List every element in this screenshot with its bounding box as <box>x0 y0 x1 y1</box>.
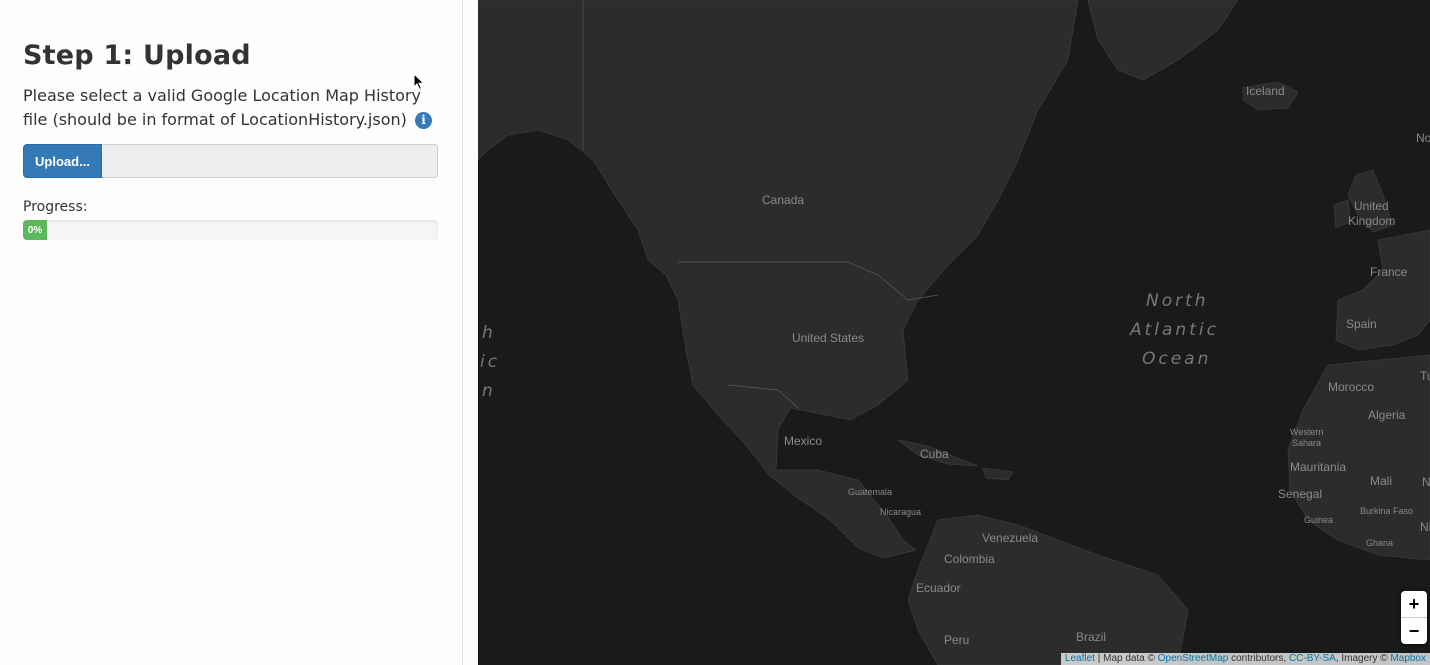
mapbox-link[interactable]: Mapbox <box>1390 653 1426 664</box>
attr-sep: | Map data © <box>1094 653 1158 664</box>
label-sahara: Sahara <box>1292 438 1321 448</box>
upload-filename-field <box>102 144 438 178</box>
label-mexico: Mexico <box>784 434 822 448</box>
label-venezuela: Venezuela <box>982 531 1038 545</box>
zoom-control: + − <box>1401 591 1427 644</box>
zoom-in-button[interactable]: + <box>1401 591 1427 618</box>
panel-gutter <box>464 0 478 665</box>
label-spain: Spain <box>1346 317 1377 331</box>
map-container[interactable]: Iceland Canada United Kingdom France Spa… <box>478 0 1430 665</box>
label-ecuador: Ecuador <box>916 581 961 595</box>
map-canvas[interactable]: Iceland Canada United Kingdom France Spa… <box>478 0 1430 665</box>
label-mali: Mali <box>1370 474 1392 488</box>
label-western: Western <box>1290 427 1323 437</box>
osm-link[interactable]: OpenStreetMap <box>1158 653 1229 664</box>
label-iceland: Iceland <box>1246 84 1285 98</box>
europe-landmass <box>1335 229 1430 351</box>
progress-label: Progress: <box>23 199 88 215</box>
label-algeria: Algeria <box>1368 408 1406 422</box>
label-north: North <box>1146 291 1209 311</box>
mouse-cursor-icon <box>413 73 425 91</box>
label-guinea: Guinea <box>1304 515 1333 525</box>
label-edge-no: No <box>1416 131 1430 145</box>
label-peru: Peru <box>944 633 969 647</box>
attr-imagery: , Imagery © <box>1335 653 1391 664</box>
label-nicaragua: Nicaragua <box>880 507 921 517</box>
leaflet-link[interactable]: Leaflet <box>1065 653 1095 664</box>
page-title: Step 1: Upload <box>23 40 251 71</box>
label-ocean: Ocean <box>1142 349 1211 369</box>
label-pacific-3: n <box>482 381 496 401</box>
label-pacific-2: ic <box>480 352 500 372</box>
label-france: France <box>1370 265 1408 279</box>
label-kingdom: Kingdom <box>1348 214 1395 228</box>
sidebar-panel: Step 1: Upload Please select a valid Goo… <box>0 0 463 665</box>
attr-contributors: contributors, <box>1228 653 1289 664</box>
label-brazil: Brazil <box>1076 630 1106 644</box>
label-united-states: United States <box>792 331 864 345</box>
license-link[interactable]: CC-BY-SA <box>1289 653 1336 664</box>
label-united: United <box>1354 199 1389 213</box>
label-mauritania: Mauritania <box>1290 460 1346 474</box>
label-atlantic: Atlantic <box>1129 320 1219 340</box>
zoom-out-button[interactable]: − <box>1401 618 1427 644</box>
progress-track: 0% <box>23 220 438 240</box>
label-burkina-faso: Burkina Faso <box>1360 506 1413 516</box>
file-upload-group[interactable]: Upload... <box>23 144 438 178</box>
info-circle-icon[interactable]: i <box>414 112 432 129</box>
label-edge-n: N <box>1422 475 1430 489</box>
progress-bar: 0% <box>23 220 47 240</box>
label-edge-tu: Tu <box>1420 369 1430 383</box>
map-attribution: Leaflet | Map data © OpenStreetMap contr… <box>1060 653 1430 665</box>
label-morocco: Morocco <box>1328 380 1374 394</box>
label-pacific-1: h <box>482 323 496 343</box>
description-text: Please select a valid Google Location Ma… <box>23 86 421 129</box>
greenland-landmass <box>1087 0 1239 81</box>
label-colombia: Colombia <box>944 552 995 566</box>
label-guatemala: Guatemala <box>848 487 892 497</box>
hispaniola-landmass <box>982 467 1014 481</box>
label-ghana: Ghana <box>1366 538 1393 548</box>
label-canada: Canada <box>762 193 804 207</box>
label-senegal: Senegal <box>1278 487 1322 501</box>
upload-description: Please select a valid Google Location Ma… <box>23 84 438 132</box>
label-edge-ni: Ni <box>1420 520 1430 534</box>
upload-button[interactable]: Upload... <box>23 144 102 178</box>
label-cuba: Cuba <box>920 447 949 461</box>
